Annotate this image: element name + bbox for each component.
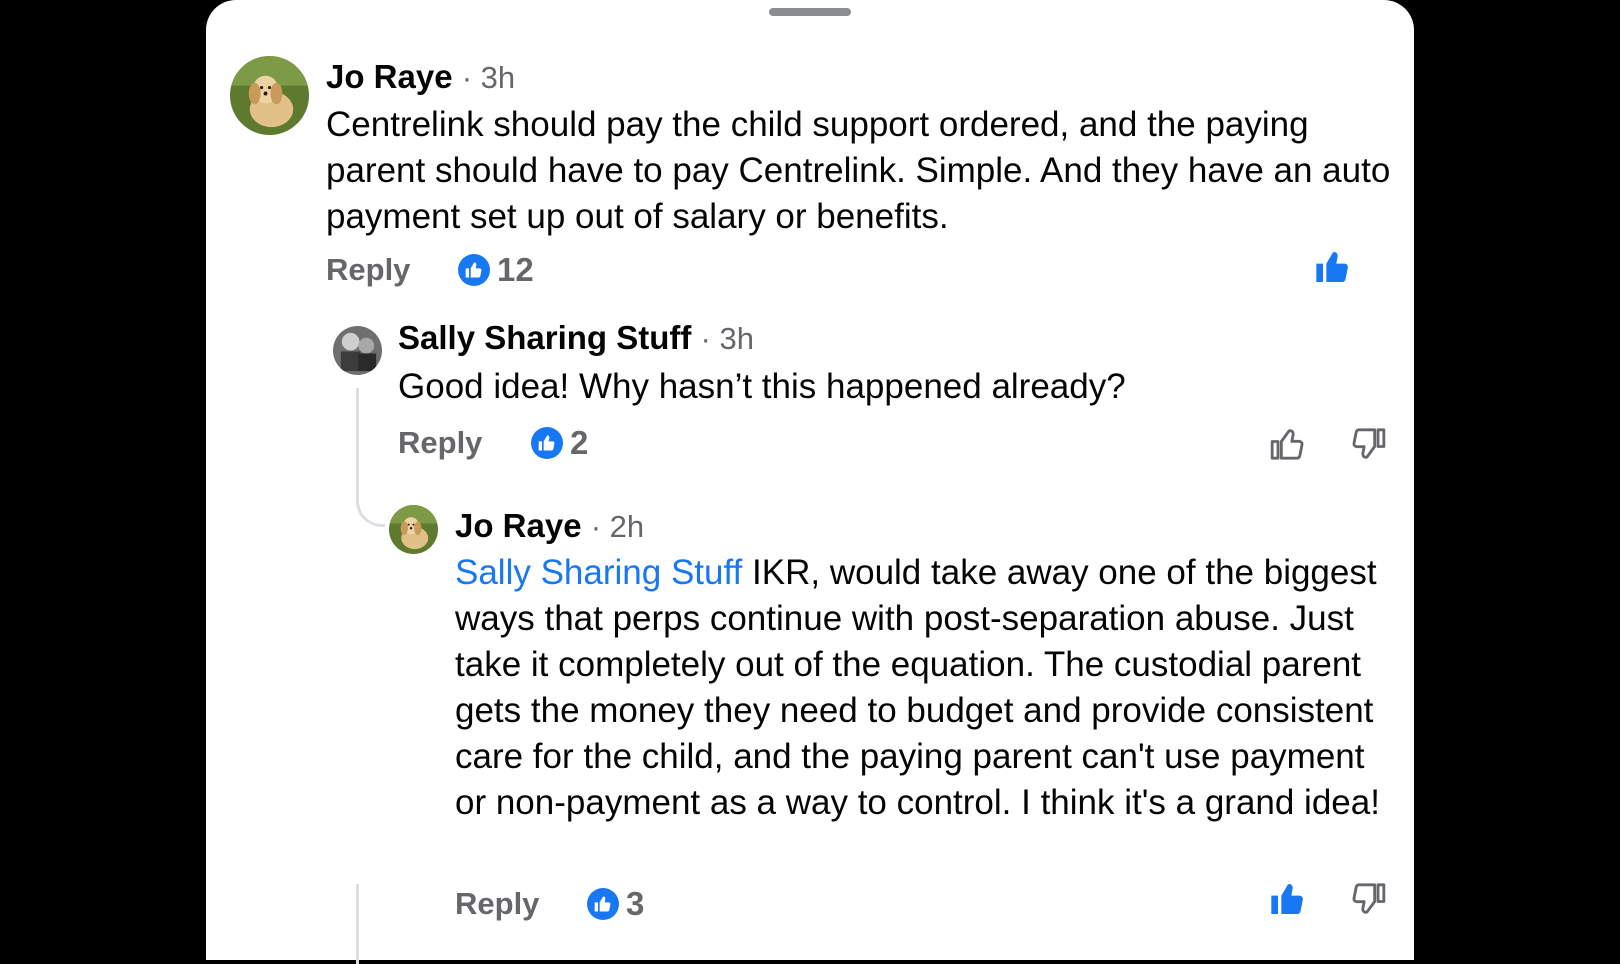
comment-time: · 3h bbox=[700, 321, 754, 356]
reaction-summary[interactable]: 2 bbox=[531, 424, 588, 462]
reply-button[interactable]: Reply bbox=[398, 425, 482, 461]
avatar[interactable] bbox=[230, 56, 309, 135]
comment-author[interactable]: Jo Raye · 2h bbox=[455, 507, 644, 545]
comment-author[interactable]: Jo Raye · 3h bbox=[326, 58, 515, 96]
reaction-summary[interactable]: 3 bbox=[587, 885, 644, 923]
reply-button[interactable]: Reply bbox=[455, 886, 539, 922]
like-count: 12 bbox=[497, 251, 534, 288]
comment-time: · 2h bbox=[590, 509, 645, 544]
comment-text: Sally Sharing Stuff IKR, would take away… bbox=[455, 553, 1380, 822]
mention-link[interactable]: Sally Sharing Stuff bbox=[455, 553, 742, 592]
comment-text: Centrelink should pay the child support … bbox=[326, 105, 1391, 236]
reply-button[interactable]: Reply bbox=[326, 252, 410, 288]
like-count: 2 bbox=[570, 424, 589, 461]
avatar[interactable] bbox=[389, 505, 438, 554]
like-reaction-icon bbox=[587, 888, 619, 920]
like-reaction-icon bbox=[458, 254, 490, 286]
comment-author[interactable]: Sally Sharing Stuff · 3h bbox=[398, 319, 754, 357]
thread-line bbox=[356, 884, 359, 964]
thumbs-up-icon[interactable] bbox=[1313, 247, 1353, 287]
thumbs-up-icon[interactable] bbox=[1268, 879, 1308, 919]
comment-time: · 3h bbox=[461, 60, 516, 95]
thumbs-down-icon[interactable] bbox=[1348, 879, 1388, 919]
thumbs-down-icon[interactable] bbox=[1348, 424, 1388, 464]
comments-sheet: Jo Raye · 3h Centrelink should pay the c… bbox=[206, 0, 1414, 964]
avatar[interactable] bbox=[333, 326, 382, 375]
like-count: 3 bbox=[626, 885, 645, 922]
thumbs-up-icon[interactable] bbox=[1268, 424, 1308, 464]
reaction-summary[interactable]: 12 bbox=[458, 251, 534, 289]
like-reaction-icon bbox=[531, 427, 563, 459]
drag-handle[interactable] bbox=[769, 8, 851, 16]
thread-connector bbox=[356, 388, 385, 527]
comment-text: Good idea! Why hasn’t this happened alre… bbox=[398, 367, 1126, 406]
